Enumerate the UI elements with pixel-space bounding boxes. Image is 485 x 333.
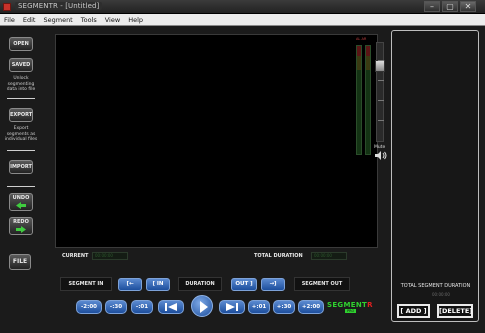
step-back-icon (165, 303, 177, 311)
menu-view[interactable]: View (105, 16, 120, 24)
logo-sub: PRO (345, 309, 357, 313)
total-duration-label: TOTAL DURATION (254, 253, 303, 259)
volume-tick (378, 60, 384, 61)
menu-bar: File Edit Segment Tools View Help (0, 14, 485, 26)
speaker-icon[interactable] (375, 151, 387, 160)
volume-slider-thumb[interactable] (375, 60, 385, 72)
green-arrow-right-icon (16, 226, 26, 233)
volume-slider[interactable] (375, 42, 385, 142)
export-note: Export segments as individual files (4, 126, 38, 142)
menu-tools[interactable]: Tools (81, 16, 97, 24)
mute-label: Mute (374, 145, 386, 150)
meter-label: AL AR (356, 37, 367, 41)
file-label: FILE (12, 258, 28, 265)
add-button[interactable]: [ ADD ] (397, 304, 430, 318)
minimize-button[interactable]: – (424, 1, 440, 12)
step-back-button[interactable] (158, 300, 184, 314)
redo-label: REDO (13, 219, 29, 225)
menu-help[interactable]: Help (128, 16, 143, 24)
go-to-in-button[interactable]: [ IN (146, 278, 170, 291)
volume-tick (378, 80, 384, 81)
menu-edit[interactable]: Edit (23, 16, 36, 24)
undo-label: UNDO (12, 195, 30, 201)
divider (7, 186, 35, 187)
segment-out-label: SEGMENT OUT (301, 281, 343, 287)
volume-tick (378, 120, 384, 121)
app-logo: SEGMENTR PRO (327, 301, 375, 315)
skip-forward-2min-button[interactable]: +2:00 (298, 300, 324, 314)
total-duration-field: 00:00:00 (311, 252, 347, 260)
duration-field: DURATION (178, 277, 222, 291)
total-segment-duration-value: 00:00:00 (432, 292, 450, 297)
segment-list-panel[interactable] (391, 30, 479, 322)
set-in-button[interactable]: [← (118, 278, 142, 291)
import-button[interactable]: IMPORT (9, 160, 33, 174)
undo-button[interactable]: UNDO (9, 193, 33, 211)
skip-forward-30s-button[interactable]: +:30 (273, 300, 295, 314)
app-window: SEGMENTR - [Untitled] – ▢ ✕ File Edit Se… (0, 0, 485, 333)
redo-button[interactable]: REDO (9, 217, 33, 235)
menu-segment[interactable]: Segment (43, 16, 72, 24)
audio-meters: AL AR (356, 37, 374, 157)
total-segment-duration-label: TOTAL SEGMENT DURATION (400, 283, 471, 289)
saved-note: Unlock segmenting data into file (6, 76, 36, 92)
green-arrow-left-icon (16, 202, 26, 209)
menu-file[interactable]: File (4, 16, 15, 24)
export-button[interactable]: EXPORT (9, 108, 33, 122)
divider (7, 98, 35, 99)
step-forward-button[interactable] (219, 300, 245, 314)
set-out-button[interactable]: →] (261, 278, 285, 291)
file-button[interactable]: FILE (9, 254, 31, 270)
video-preview[interactable] (55, 34, 378, 248)
window-title: SEGMENTR - [Untitled] (15, 2, 103, 10)
volume-tick (378, 100, 384, 101)
meter-right (365, 45, 371, 155)
saved-button[interactable]: SAVED (9, 58, 33, 72)
step-forward-icon (226, 303, 238, 311)
close-button[interactable]: ✕ (460, 1, 476, 12)
current-label: CURRENT (62, 253, 89, 259)
duration-label: DURATION (185, 281, 215, 287)
logo-accent: R (367, 301, 373, 309)
maximize-button[interactable]: ▢ (442, 1, 458, 12)
open-button[interactable]: OPEN (9, 37, 33, 51)
divider (7, 150, 35, 151)
segment-in-field: SEGMENT IN (60, 277, 112, 291)
skip-back-1s-button[interactable]: -:01 (131, 300, 153, 314)
skip-back-2min-button[interactable]: -2:00 (76, 300, 102, 314)
app-icon (3, 3, 11, 11)
logo-main: SEGMENT (327, 301, 368, 309)
segment-in-label: SEGMENT IN (68, 281, 104, 287)
current-time-field: 00:00:00 (92, 252, 128, 260)
play-button[interactable] (191, 295, 213, 317)
delete-button[interactable]: [DELETE] (437, 304, 473, 318)
title-bar: SEGMENTR - [Untitled] – ▢ ✕ (0, 0, 485, 14)
segment-out-field: SEGMENT OUT (294, 277, 350, 291)
go-to-out-button[interactable]: OUT ] (231, 278, 257, 291)
skip-forward-1s-button[interactable]: +:01 (248, 300, 270, 314)
skip-back-30s-button[interactable]: -:30 (105, 300, 127, 314)
meter-left (356, 45, 362, 155)
